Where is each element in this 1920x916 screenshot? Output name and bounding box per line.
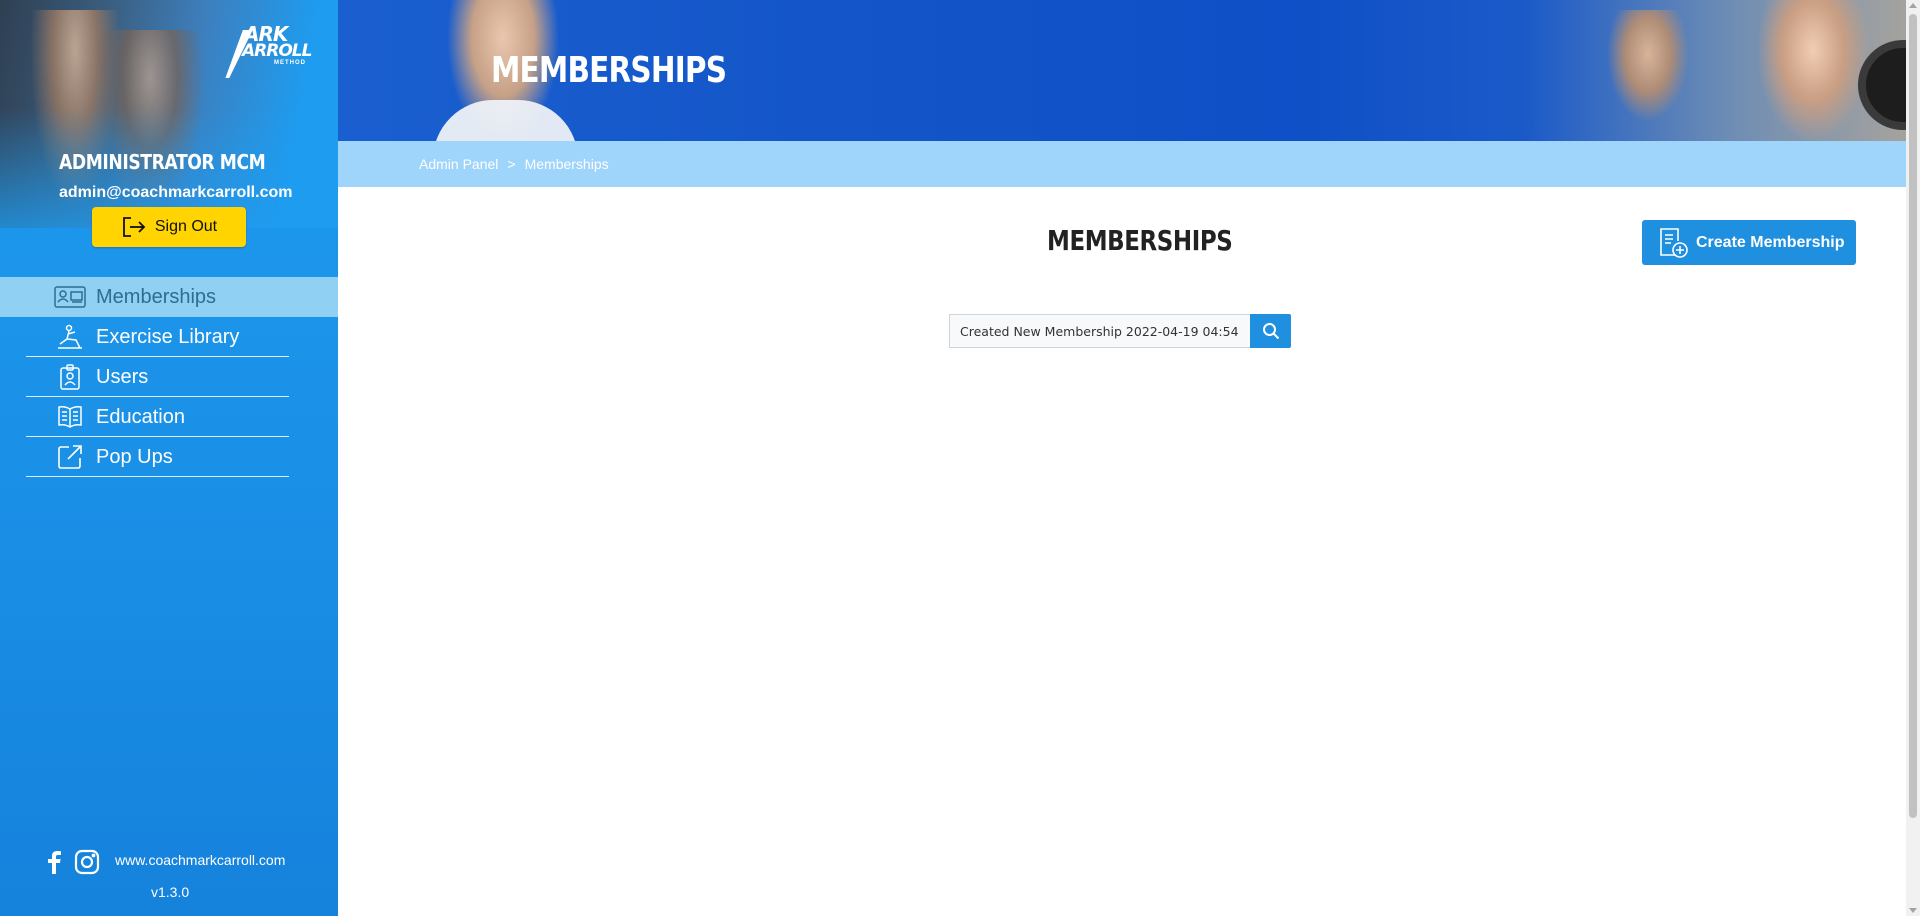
breadcrumb: Admin Panel > Memberships — [419, 156, 609, 172]
sidebar-item-users[interactable]: Users — [0, 357, 338, 397]
page-title: MEMBERSHIPS — [1047, 224, 1233, 257]
logo-line2: ARROLL — [242, 41, 312, 61]
sidebar-item-education[interactable]: Education — [0, 397, 338, 437]
breadcrumb-separator: > — [507, 156, 516, 172]
sidebar-item-exercise-library[interactable]: Exercise Library — [0, 317, 338, 357]
create-membership-button[interactable]: Create Membership — [1642, 220, 1856, 265]
search-icon — [1262, 323, 1279, 340]
brand-logo[interactable]: ARK ARROLL METHOD — [232, 24, 318, 80]
search-input[interactable] — [949, 314, 1250, 348]
search-button[interactable] — [1250, 314, 1291, 348]
sign-out-button[interactable]: Sign Out — [92, 207, 246, 247]
book-icon — [54, 403, 86, 431]
admin-email: admin@coachmarkcarroll.com — [59, 184, 293, 201]
sidebar-nav: Memberships Exercise Library Users Educa… — [0, 277, 338, 477]
sidebar-item-memberships[interactable]: Memberships — [0, 277, 338, 317]
facebook-icon[interactable] — [46, 850, 62, 874]
sidebar-item-label: Memberships — [96, 285, 217, 308]
scroll-up-icon[interactable] — [1909, 3, 1917, 8]
create-document-icon — [1660, 227, 1688, 258]
header-title: MEMBERSHIPS — [491, 50, 727, 91]
website-link[interactable]: www.coachmarkcarroll.com — [115, 852, 285, 868]
sidebar-item-pop-ups[interactable]: Pop Ups — [0, 437, 338, 477]
exercise-icon — [54, 323, 86, 351]
breadcrumb-root-link[interactable]: Admin Panel — [419, 156, 498, 172]
page-scrollbar[interactable] — [1906, 0, 1920, 916]
logo-sub: METHOD — [274, 60, 306, 66]
external-link-icon — [54, 443, 86, 471]
admin-name: Administrator MCM — [59, 150, 266, 174]
scrollbar-thumb[interactable] — [1909, 14, 1917, 818]
membership-card-icon — [54, 283, 86, 311]
search-bar — [949, 314, 1291, 348]
scroll-down-icon[interactable] — [1909, 908, 1917, 913]
sidebar-item-label: Users — [96, 365, 149, 388]
sign-out-label: Sign Out — [154, 218, 218, 235]
app-root: ARK ARROLL METHOD Administrator MCM admi… — [0, 0, 1920, 916]
create-membership-label: Create Membership — [1696, 233, 1845, 251]
sidebar-item-label: Education — [96, 405, 185, 428]
breadcrumb-bar: Admin Panel > Memberships — [338, 141, 1906, 187]
app-version: v1.3.0 — [151, 884, 190, 900]
sidebar: ARK ARROLL METHOD Administrator MCM admi… — [0, 0, 338, 916]
user-badge-icon — [54, 363, 86, 391]
sidebar-item-label: Exercise Library — [96, 325, 240, 348]
sidebar-item-label: Pop Ups — [96, 445, 173, 468]
instagram-icon[interactable] — [74, 849, 100, 875]
breadcrumb-current: Memberships — [524, 156, 609, 172]
sign-out-icon — [122, 217, 146, 237]
